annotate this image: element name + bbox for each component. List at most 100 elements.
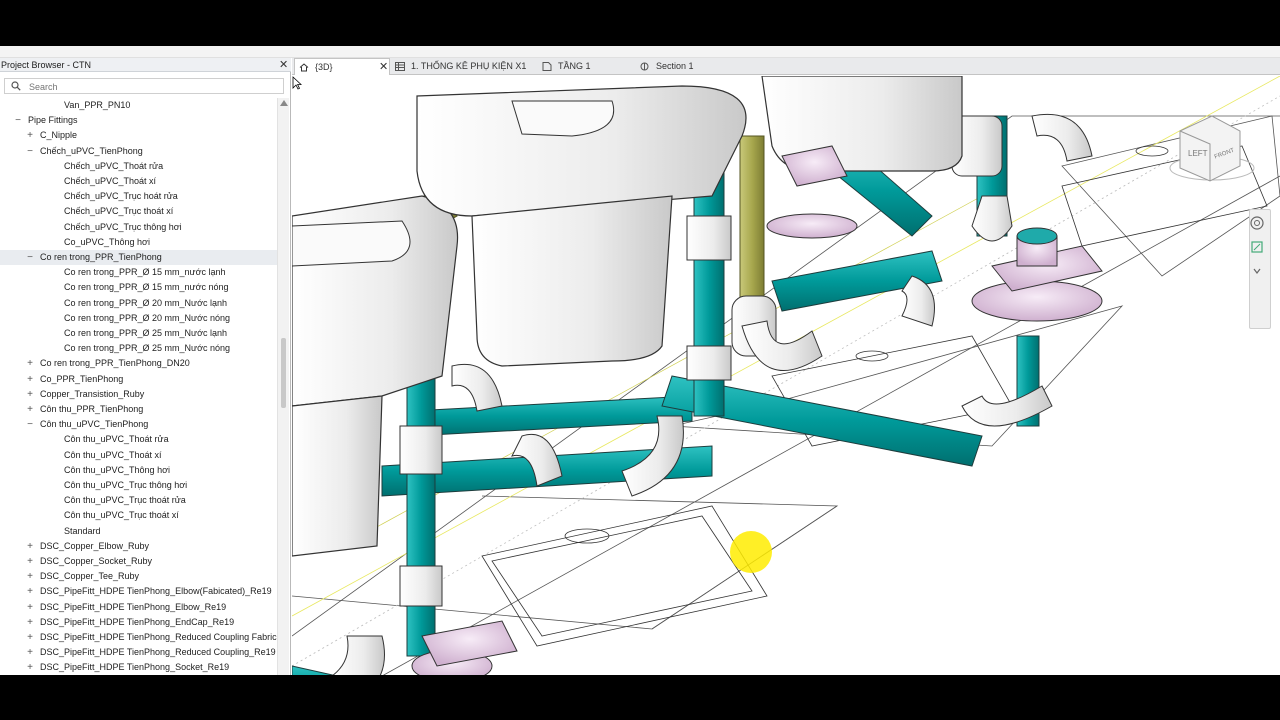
tree-item-label: DSC_PipeFitt_HDPE TienPhong_Elbow(Fabica… xyxy=(40,586,272,597)
tree-item-label: Chếch_uPVC_Trục hoát rửa xyxy=(64,191,178,202)
tree-item[interactable]: Co ren trong_PPR_Ø 20 mm_Nước lạnh xyxy=(0,296,277,311)
tab-floor-plan[interactable]: TẦNG 1 xyxy=(540,58,630,75)
tree-item[interactable]: + Co ren trong_PPR_TienPhong_DN20 xyxy=(0,356,277,371)
tree-item[interactable]: Co ren trong_PPR_Ø 25 mm_Nước lạnh xyxy=(0,326,277,341)
tree-item[interactable]: + Copper_Transistion_Ruby xyxy=(0,387,277,402)
tree-item-label: Co_PPR_TienPhong xyxy=(40,373,124,384)
tree-item[interactable]: − Côn thu_uPVC_TienPhong xyxy=(0,417,277,432)
tree-item[interactable]: Côn thu_uPVC_Trục thoát rửa xyxy=(0,493,277,508)
video-letterbox-bottom xyxy=(0,675,1280,720)
3d-viewport[interactable]: LEFT FRONT xyxy=(292,76,1280,675)
viewcube[interactable]: LEFT FRONT xyxy=(1169,115,1255,182)
tree-item-label: Copper_Transistion_Ruby xyxy=(40,388,145,399)
collapse-icon[interactable]: − xyxy=(25,417,35,432)
tab-section[interactable]: Section 1 xyxy=(638,58,728,75)
tree-item[interactable]: + DSC_Copper_Tee_Ruby xyxy=(0,569,277,584)
tree-item[interactable]: Co_uPVC_Thông hơi xyxy=(0,235,277,250)
tree-item[interactable]: Chếch_uPVC_Thoát xí xyxy=(0,174,277,189)
collapse-icon[interactable]: − xyxy=(25,250,35,265)
tree-item-label: Co ren trong_PPR_Ø 25 mm_Nước lạnh xyxy=(64,328,227,338)
project-tree: Van_PPR_PN10− Pipe Fittings + C_Nipple − Chếc… xyxy=(0,98,277,675)
tree-scrollbar[interactable] xyxy=(277,98,289,675)
tree-item-label: Côn thu_uPVC_TienPhong xyxy=(40,419,149,430)
tree-item-label: Co ren trong_PPR_Ø 20 mm_Nước lạnh xyxy=(64,297,227,308)
tree-item[interactable]: + DSC_PipeFitt_HDPE TienPhong_Elbow(Fabic… xyxy=(0,584,277,599)
tree-item[interactable]: Chếch_uPVC_Trục hoát rửa xyxy=(0,189,277,204)
collapse-icon[interactable]: − xyxy=(25,144,35,159)
revit-window: Project Browser - CTN ✕ Van_PPR_PN10−Pip… xyxy=(0,46,1280,675)
tree-item[interactable]: Chếch_uPVC_Trục thoát xí xyxy=(0,204,277,219)
tree-item-label: DSC_Copper_Socket_Ruby xyxy=(40,556,153,566)
tab-schedule[interactable]: 1. THỐNG KÊ PHỤ KIỆN X1 xyxy=(392,58,532,75)
tree-item[interactable]: + DSC_PipeFitt_HDPE TienPhong_Reduced Cou… xyxy=(0,630,277,645)
tree-item[interactable]: − Pipe Fittings xyxy=(0,113,277,128)
view-tab-bar: {3D} ✕ 1. THỐNG KÊ PHỤ KIỆN X1 TẦNG 1 Se… xyxy=(292,58,1280,75)
tree-item[interactable]: Côn thu_uPVC_Trục thoát xí xyxy=(0,508,277,523)
expand-icon[interactable]: + xyxy=(25,600,35,615)
tree-item-label: Côn thu_uPVC_Trục thông hơi xyxy=(64,480,188,490)
expand-icon[interactable]: + xyxy=(25,128,35,143)
tree-item[interactable]: + DSC_PipeFitt_HDPE TienPhong_Socket_Re19 xyxy=(0,660,277,675)
expand-icon[interactable]: + xyxy=(25,584,35,599)
tree-item-label: Chếch_uPVC_Trục thoát xí xyxy=(64,206,174,217)
expand-icon[interactable]: + xyxy=(25,539,35,554)
expand-icon[interactable]: + xyxy=(25,356,35,371)
tree-item[interactable]: Côn thu_uPVC_Thoát rửa xyxy=(0,432,277,447)
expand-icon[interactable]: + xyxy=(25,372,35,387)
expand-icon[interactable]: + xyxy=(25,402,35,417)
search-box[interactable] xyxy=(4,78,284,94)
tree-item-label: C_Nipple xyxy=(40,130,78,141)
search-input[interactable] xyxy=(29,80,279,93)
close-icon[interactable]: ✕ xyxy=(379,59,388,76)
tree-item-label: Co ren trong_PPR_Ø 25 mm_Nước nóng xyxy=(64,343,231,354)
tree-item[interactable]: + DSC_PipeFitt_HDPE TienPhong_Elbow_Re19 xyxy=(0,600,277,615)
tree-item-label: Chếch_uPVC_TienPhong xyxy=(40,145,143,156)
tree-item-label: Van_PPR_PN10 xyxy=(64,100,131,110)
expand-icon[interactable]: + xyxy=(25,630,35,645)
tree-item[interactable]: Chếch_uPVC_Trục thông hơi xyxy=(0,220,277,235)
tree-item-label: Côn thu_uPVC_Thoát xí xyxy=(64,449,162,460)
tree-item[interactable]: Standard xyxy=(0,524,277,539)
tree-item-label: Co ren trong_PPR_Ø 15 mm_nước nóng xyxy=(64,282,229,293)
tree-item-label: DSC_Copper_Elbow_Ruby xyxy=(40,540,150,551)
tree-item[interactable]: Co ren trong_PPR_Ø 15 mm_nước nóng xyxy=(0,280,277,295)
tree-item[interactable]: Co ren trong_PPR_Ø 25 mm_Nước nóng xyxy=(0,341,277,356)
expand-icon[interactable]: + xyxy=(25,554,35,569)
collapse-icon[interactable]: − xyxy=(13,113,23,128)
project-browser-panel: Project Browser - CTN ✕ Van_PPR_PN10−Pip… xyxy=(0,58,291,675)
tree-item[interactable]: Côn thu_uPVC_Trục thông hơi xyxy=(0,478,277,493)
zoom-icon[interactable] xyxy=(1250,240,1264,254)
home-icon xyxy=(299,63,309,72)
tree-item[interactable]: Côn thu_uPVC_Thoát xí xyxy=(0,448,277,463)
tree-item[interactable]: − Co ren trong_PPR_TienPhong xyxy=(0,250,277,265)
tree-item-label: Chếch_uPVC_Trục thông hơi xyxy=(64,221,182,232)
chevron-down-icon[interactable] xyxy=(1250,264,1264,278)
tree-item-label: Côn thu_uPVC_Thoát rửa xyxy=(64,434,169,445)
tree-item[interactable]: + C_Nipple xyxy=(0,128,277,143)
steering-wheel-icon[interactable] xyxy=(1250,216,1264,230)
tree-item[interactable]: Côn thu_uPVC_Thông hơi xyxy=(0,463,277,478)
scrollbar-thumb[interactable] xyxy=(281,338,286,408)
tree-item[interactable]: + DSC_Copper_Elbow_Ruby xyxy=(0,539,277,554)
tree-item[interactable]: + DSC_Copper_Socket_Ruby xyxy=(0,554,277,569)
expand-icon[interactable]: + xyxy=(25,569,35,584)
tree-item-label: DSC_PipeFitt_HDPE TienPhong_Reduced Coup… xyxy=(40,647,276,658)
tree-item[interactable]: Co ren trong_PPR_Ø 15 mm_nước lạnh xyxy=(0,265,277,280)
expand-icon[interactable]: + xyxy=(25,615,35,630)
tree-item[interactable]: Van_PPR_PN10 xyxy=(0,98,277,113)
tree-item[interactable]: + Co_PPR_TienPhong xyxy=(0,372,277,387)
tree-item[interactable]: − Chếch_uPVC_TienPhong xyxy=(0,144,277,159)
close-icon[interactable]: ✕ xyxy=(279,58,288,71)
tree-item[interactable]: + Côn thu_PPR_TienPhong xyxy=(0,402,277,417)
expand-icon[interactable]: + xyxy=(25,660,35,675)
expand-icon[interactable]: + xyxy=(25,387,35,402)
tree-item[interactable]: + DSC_PipeFitt_HDPE TienPhong_Reduced Cou… xyxy=(0,645,277,660)
tab-3d[interactable]: {3D} ✕ xyxy=(294,58,390,75)
tree-item[interactable]: Co ren trong_PPR_Ø 20 mm_Nước nóng xyxy=(0,311,277,326)
scroll-up-arrow-icon[interactable] xyxy=(280,100,288,106)
expand-icon[interactable]: + xyxy=(25,645,35,660)
tree-item[interactable]: + DSC_PipeFitt_HDPE TienPhong_EndCap_Re19 xyxy=(0,615,277,630)
3d-model-view: LEFT FRONT xyxy=(292,76,1280,675)
navigation-bar xyxy=(1249,209,1271,329)
tree-item[interactable]: Chếch_uPVC_Thoát rửa xyxy=(0,159,277,174)
